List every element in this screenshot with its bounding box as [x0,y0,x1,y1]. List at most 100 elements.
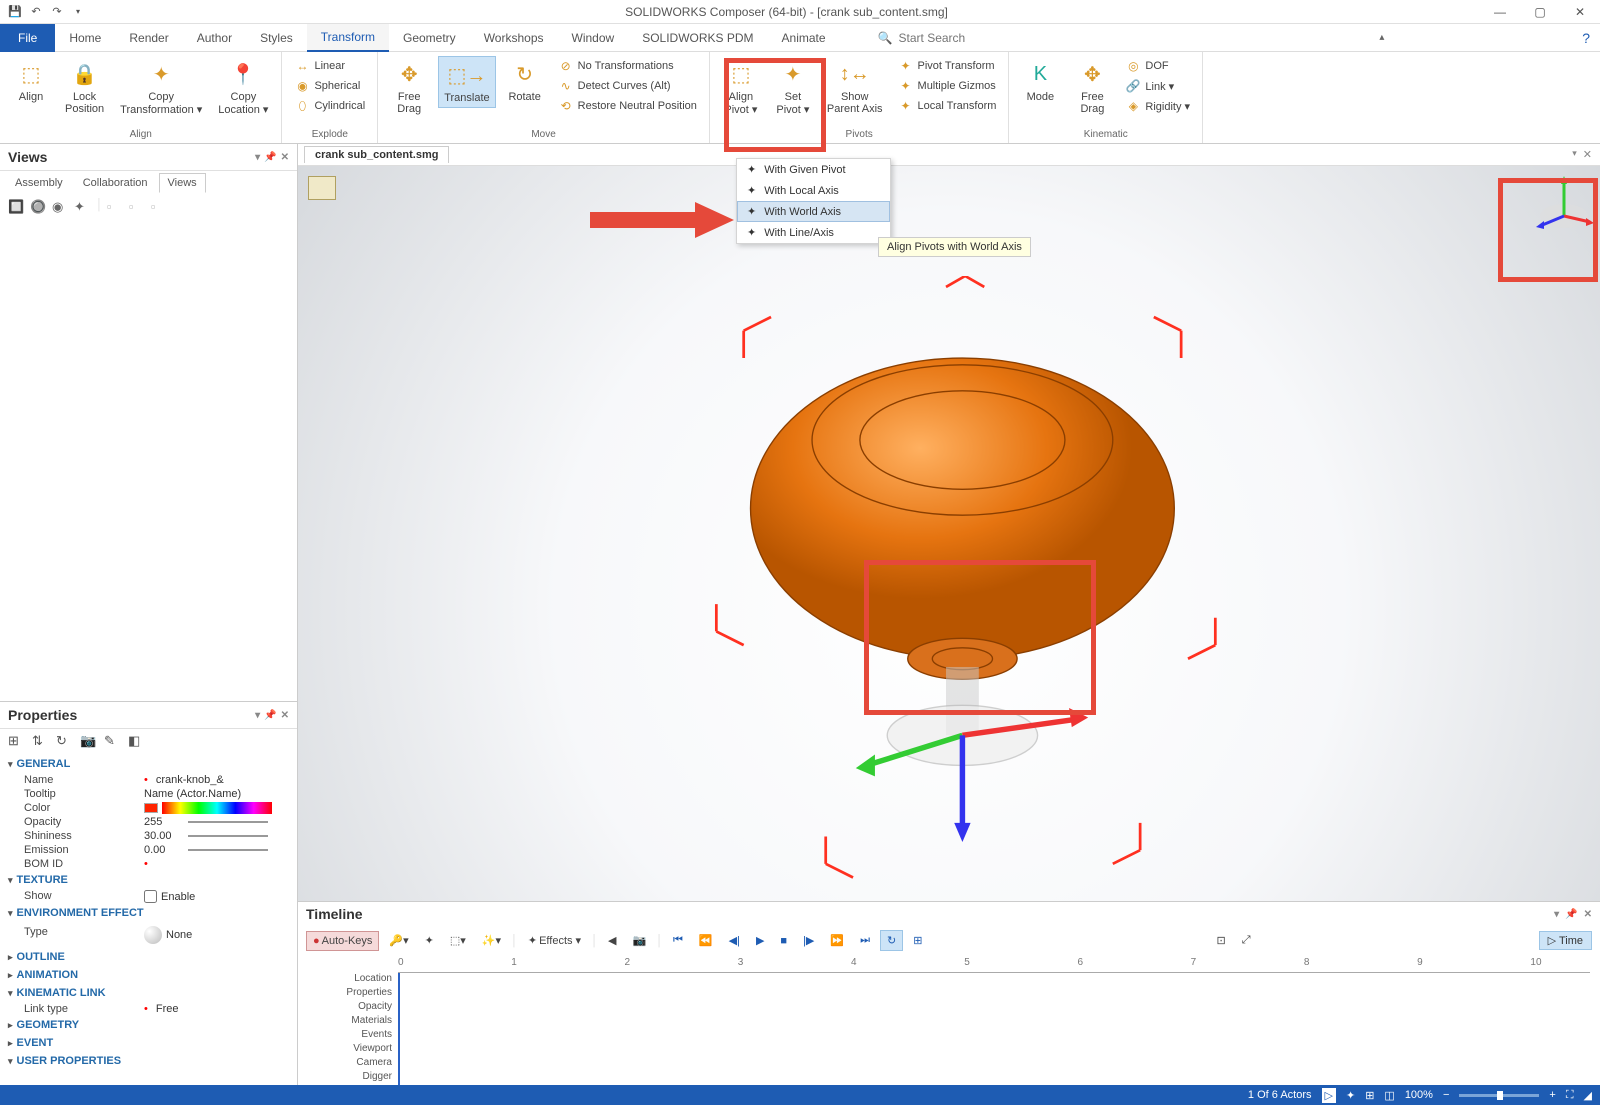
views-icon-4[interactable]: ✦ [74,199,92,217]
views-dropdown-icon[interactable]: ▾ [255,152,260,163]
auto-keys-button[interactable]: ●Auto-Keys [306,931,379,951]
align-button[interactable]: ⬚Align [8,56,54,106]
tl-dropdown-icon[interactable]: ▾ [1554,909,1559,920]
tl-stepback-button[interactable]: ◀| [723,931,746,950]
cat-userprops[interactable]: USER PROPERTIES [6,1052,291,1070]
restore-neutral-button[interactable]: ⟲Restore Neutral Position [554,96,701,116]
status-icon-5[interactable]: ⛶ [1566,1089,1574,1102]
detect-curves-button[interactable]: ∿Detect Curves (Alt) [554,76,701,96]
views-pin-icon[interactable]: 📌 [264,152,276,163]
tl-first-button[interactable]: ⏮ [667,931,689,950]
prop-tb-icon-2[interactable]: ⇅ [32,733,50,751]
copy-location-button[interactable]: 📍Copy Location ▾ [213,56,273,119]
zoom-out-button[interactable]: − [1443,1089,1449,1101]
tl-track-label[interactable]: Events [298,1029,392,1043]
tl-stepfwd-button[interactable]: |▶ [797,931,820,950]
prop-dropdown-icon[interactable]: ▾ [255,710,260,721]
tl-track-label[interactable]: Viewport [298,1043,392,1057]
prop-tb-icon-6[interactable]: ◧ [128,733,146,751]
tab-geometry[interactable]: Geometry [389,24,470,52]
prop-close-icon[interactable]: ✕ [281,710,289,721]
views-icon-7[interactable]: ▫ [151,199,169,217]
search-input[interactable] [899,31,1159,45]
tl-icon-7[interactable]: ⊞ [907,931,928,950]
qat-dropdown-icon[interactable]: ▾ [69,3,87,21]
cylindrical-explode-button[interactable]: ⬯Cylindrical [290,96,369,116]
views-icon-1[interactable]: 🔲 [8,199,26,217]
tl-icon-8[interactable]: ⊡ [1211,931,1232,950]
help-icon[interactable]: ? [1582,30,1590,46]
prop-name-value[interactable]: •crank-knob_& [144,774,291,786]
cat-geometry[interactable]: GEOMETRY [6,1016,291,1034]
time-mode-button[interactable]: ▷ Time [1539,931,1592,950]
views-icon-5[interactable]: ▫ [107,199,125,217]
show-parent-axis-button[interactable]: ↕↔Show Parent Axis [822,56,888,118]
cat-kinlink[interactable]: KINEMATIC LINK [6,984,291,1002]
collapse-ribbon-icon[interactable]: ▴ [1379,32,1384,43]
prop-type-value[interactable]: None [144,926,291,944]
views-icon-2[interactable]: 🔘 [30,199,48,217]
model-crank-knob[interactable] [689,276,1236,901]
prop-tb-icon-1[interactable]: ⊞ [8,733,26,751]
status-icon-3[interactable]: ⊞ [1365,1089,1374,1102]
prop-bomid-value[interactable]: • [144,858,291,870]
assembly-tab[interactable]: Assembly [6,173,72,193]
tl-icon-5[interactable]: ◀̶ [602,931,622,950]
link-button[interactable]: 🔗Link ▾ [1121,76,1194,96]
kinematic-mode-button[interactable]: KMode [1017,56,1063,106]
maximize-button[interactable]: ▢ [1520,0,1560,24]
tl-icon-4[interactable]: ✨▾ [476,931,507,950]
zoom-slider[interactable] [1459,1094,1539,1097]
tl-play-button[interactable]: ▶ [750,931,770,950]
undo-icon[interactable]: ↶ [27,3,45,21]
close-button[interactable]: ✕ [1560,0,1600,24]
free-drag-button[interactable]: ✥Free Drag [386,56,432,118]
linear-explode-button[interactable]: ↔Linear [290,56,369,76]
set-pivot-button[interactable]: ✦Set Pivot ▾ [770,56,816,119]
pivot-transform-button[interactable]: ✦Pivot Transform [894,56,1001,76]
tl-track-label[interactable]: Materials [298,1015,392,1029]
tab-styles[interactable]: Styles [246,24,307,52]
spherical-explode-button[interactable]: ◉Spherical [290,76,369,96]
status-icon-4[interactable]: ◫ [1384,1089,1394,1102]
cat-outline[interactable]: OUTLINE [6,948,291,966]
prop-opacity-value[interactable]: 255 [144,816,291,828]
kinematic-free-drag-button[interactable]: ✥Free Drag [1069,56,1115,118]
tl-icon-2[interactable]: ✦ [419,931,440,950]
prop-pin-icon[interactable]: 📌 [264,710,276,721]
translate-button[interactable]: ⬚→Translate [438,56,495,108]
prop-show-value[interactable]: Enable [144,890,291,903]
align-pivot-button[interactable]: ⬚Align Pivot ▾ [718,56,764,119]
tl-icon-6[interactable]: 📷 [626,931,652,950]
tl-stop-button[interactable]: ■ [774,932,793,950]
rigidity-button[interactable]: ◈Rigidity ▾ [1121,96,1194,116]
with-given-pivot-item[interactable]: ✦With Given Pivot [737,159,890,180]
tl-pin-icon[interactable]: 📌 [1565,909,1577,920]
timeline-track-area[interactable] [398,973,1600,1085]
search-box[interactable]: 🔍 [870,29,1190,47]
tl-icon-9[interactable]: ⤢ [1236,931,1257,950]
tl-close-icon[interactable]: ✕ [1584,909,1592,920]
lock-position-button[interactable]: 🔒Lock Position [60,56,109,118]
status-icon-1[interactable]: ▷ [1322,1088,1336,1103]
with-world-axis-item[interactable]: ✦With World Axis [737,201,890,222]
tab-home[interactable]: Home [55,24,115,52]
view-triad-icon[interactable] [1534,172,1594,232]
dof-button[interactable]: ◎DOF [1121,56,1194,76]
tab-workshops[interactable]: Workshops [470,24,558,52]
document-tab[interactable]: crank sub_content.smg [304,146,449,163]
tl-icon-1[interactable]: 🔑▾ [383,931,414,950]
save-icon[interactable]: 💾 [6,3,24,21]
with-local-axis-item[interactable]: ✦With Local Axis [737,180,890,201]
views-views-tab[interactable]: Views [159,173,206,193]
tl-track-label[interactable]: Digger [298,1071,392,1085]
prop-show-checkbox[interactable] [144,890,157,903]
prop-emission-value[interactable]: 0.00 [144,844,291,856]
tab-author[interactable]: Author [183,24,246,52]
views-icon-3[interactable]: ◉ [52,199,70,217]
tl-track-label[interactable]: Camera [298,1057,392,1071]
doc-dropdown-icon[interactable]: ▾ [1572,148,1577,161]
prop-tb-icon-3[interactable]: ↻ [56,733,74,751]
tl-next-button[interactable]: ⏩ [824,931,850,950]
collaboration-tab[interactable]: Collaboration [74,173,157,193]
